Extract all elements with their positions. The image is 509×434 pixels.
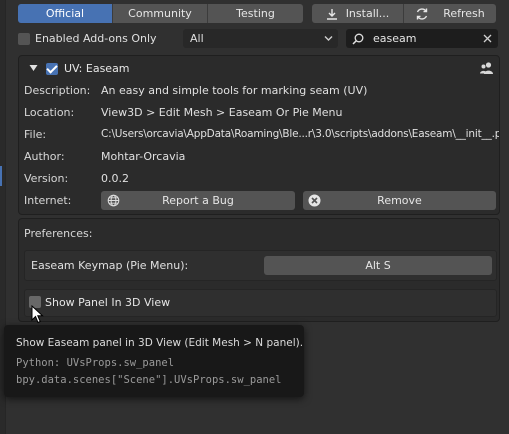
location-value: View3D > Edit Mesh > Easeam Or Pie Menu xyxy=(101,106,343,119)
description-label: Description: xyxy=(24,84,91,97)
internet-label: Internet: xyxy=(24,194,72,207)
remove-x-icon xyxy=(308,194,321,207)
support-tabs: Official Community Testing xyxy=(18,4,303,23)
category-value: All xyxy=(190,32,204,45)
author-value: Mohtar-Orcavia xyxy=(101,150,186,163)
tooltip-data-path: bpy.data.scenes["Scene"].UVsProps.sw_pan… xyxy=(16,374,282,386)
description-value: An easy and simple tools for marking sea… xyxy=(101,84,368,97)
mouse-cursor-icon xyxy=(31,305,44,324)
enabled-only-toggle[interactable]: Enabled Add-ons Only xyxy=(18,32,157,45)
version-label: Version: xyxy=(24,172,69,185)
tab-official[interactable]: Official xyxy=(18,4,113,23)
tooltip-python: Python: UVsProps.sw_panel xyxy=(16,357,175,369)
chevron-down-icon xyxy=(324,36,333,41)
download-icon xyxy=(326,8,337,20)
globe-icon xyxy=(107,194,120,207)
search-field[interactable]: easeam xyxy=(346,29,498,48)
install-refresh-group: Install... Refresh xyxy=(312,4,496,23)
remove-label: Remove xyxy=(377,194,422,207)
enabled-only-label: Enabled Add-ons Only xyxy=(35,32,157,45)
preferences-title: Preferences: xyxy=(24,227,93,240)
refresh-button[interactable]: Refresh xyxy=(404,4,496,23)
keymap-label: Easeam Keymap (Pie Menu): xyxy=(31,259,189,272)
author-label: Author: xyxy=(24,150,65,163)
search-icon xyxy=(352,33,364,45)
refresh-icon xyxy=(417,7,428,20)
addon-name: UV: Easeam xyxy=(64,62,130,75)
report-bug-button[interactable]: Report a Bug xyxy=(101,191,295,210)
tab-testing[interactable]: Testing xyxy=(208,4,303,23)
file-label: File: xyxy=(24,128,47,141)
category-dropdown[interactable]: All xyxy=(183,29,338,48)
active-category-marker xyxy=(0,166,2,186)
addon-enable-checkbox[interactable] xyxy=(46,63,58,75)
version-value: 0.0.2 xyxy=(101,172,129,185)
enabled-only-checkbox[interactable] xyxy=(18,32,30,45)
install-label: Install... xyxy=(345,7,390,20)
search-input[interactable]: easeam xyxy=(373,32,416,45)
tooltip-description: Show Easeam panel in 3D View (Edit Mesh … xyxy=(16,337,304,349)
location-label: Location: xyxy=(24,106,75,119)
community-users-icon xyxy=(480,62,493,74)
expand-triangle-icon[interactable] xyxy=(29,64,38,72)
keymap-hotkey-value: Alt S xyxy=(365,259,391,272)
keymap-hotkey-button[interactable]: Alt S xyxy=(264,256,492,275)
remove-button[interactable]: Remove xyxy=(303,191,496,210)
file-path-value: C:\Users\orcavia\AppData\Roaming\Ble...r… xyxy=(101,128,499,140)
refresh-label: Refresh xyxy=(443,7,485,20)
show-panel-label[interactable]: Show Panel In 3D View xyxy=(45,296,170,309)
report-bug-label: Report a Bug xyxy=(162,194,234,207)
tab-community[interactable]: Community xyxy=(113,4,208,23)
clear-search-icon[interactable] xyxy=(483,34,492,43)
install-button[interactable]: Install... xyxy=(312,4,404,23)
